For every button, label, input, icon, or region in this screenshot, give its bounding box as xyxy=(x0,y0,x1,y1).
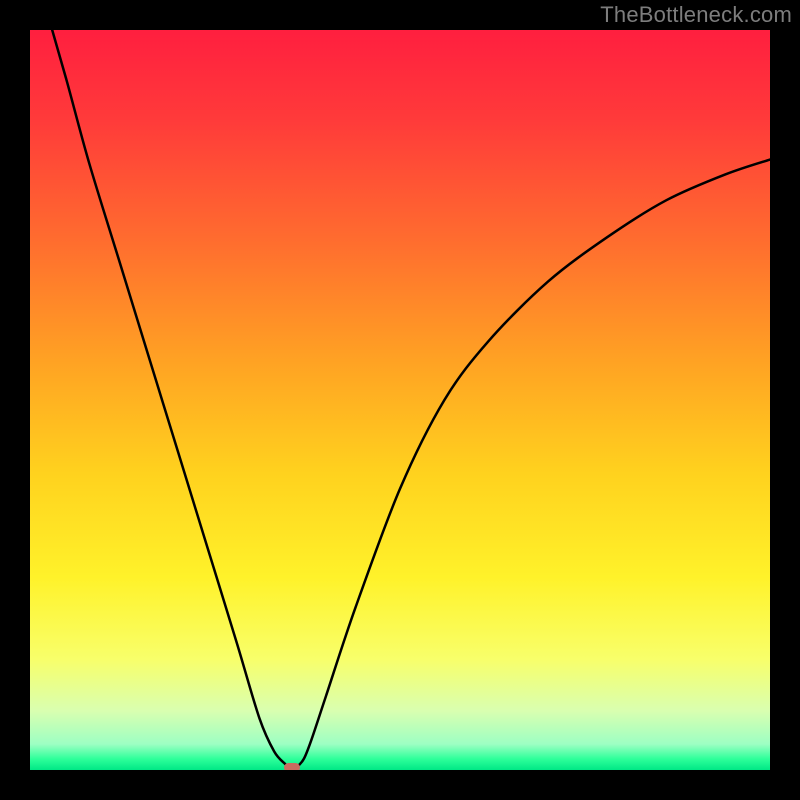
gradient-background xyxy=(30,30,770,770)
watermark-text: TheBottleneck.com xyxy=(600,2,792,28)
optimum-marker xyxy=(284,763,300,770)
plot-area xyxy=(30,30,770,770)
chart-frame: TheBottleneck.com xyxy=(0,0,800,800)
